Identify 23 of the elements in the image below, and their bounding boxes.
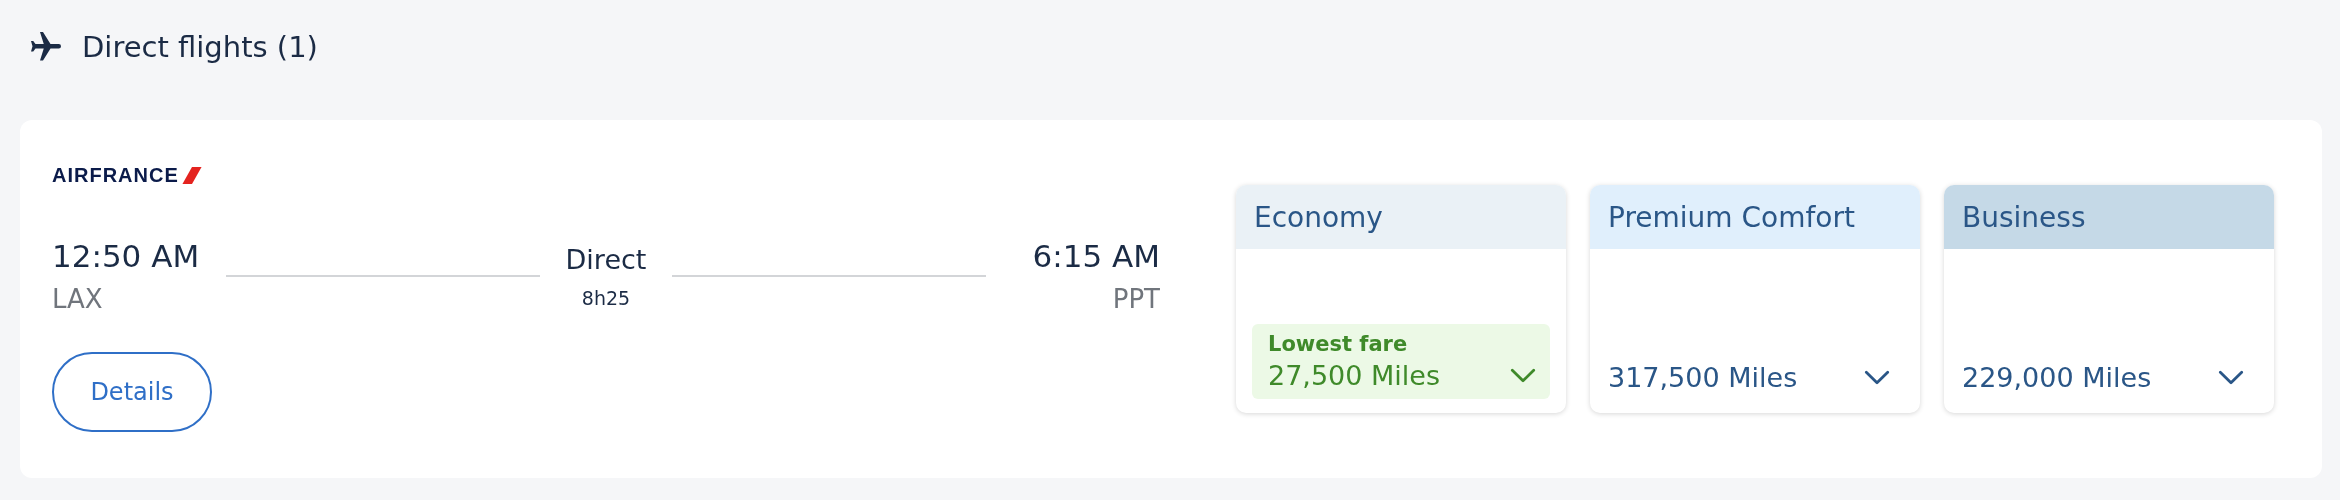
details-button[interactable]: Details [52,352,212,432]
fare-price: 229,000 Miles [1962,362,2152,393]
fare-card[interactable]: Premium Comfort 317,500 Miles [1590,185,1920,413]
arrival-time: 6:15 AM [1032,238,1160,274]
cabin-header: Business [1944,185,2274,249]
stops-label: Direct [565,243,647,275]
cabin-header: Economy [1236,185,1566,249]
chevron-down-icon[interactable] [2218,370,2244,385]
fare-price: 27,500 Miles [1268,360,1441,391]
fare-card[interactable]: Business 229,000 Miles [1944,185,2274,413]
section-title: Direct flights (1) [82,30,318,64]
fare-card[interactable]: Economy Lowest fare 27,500 Miles [1236,185,1566,413]
cabin-header: Premium Comfort [1590,185,1920,249]
slash-icon [180,166,203,184]
flight-duration: 8h25 [581,286,631,309]
airline-logo-text: AIRFRANCE [52,163,179,187]
lowest-fare-label: Lowest fare [1268,332,1409,356]
chevron-down-icon[interactable] [1510,368,1536,383]
chevron-down-icon[interactable] [1864,370,1890,385]
fare-price: 317,500 Miles [1608,362,1798,393]
departure-airport: LAX [52,284,104,314]
departure-time: 12:50 AM [52,238,201,274]
arrival-airport: PPT [1112,284,1160,314]
